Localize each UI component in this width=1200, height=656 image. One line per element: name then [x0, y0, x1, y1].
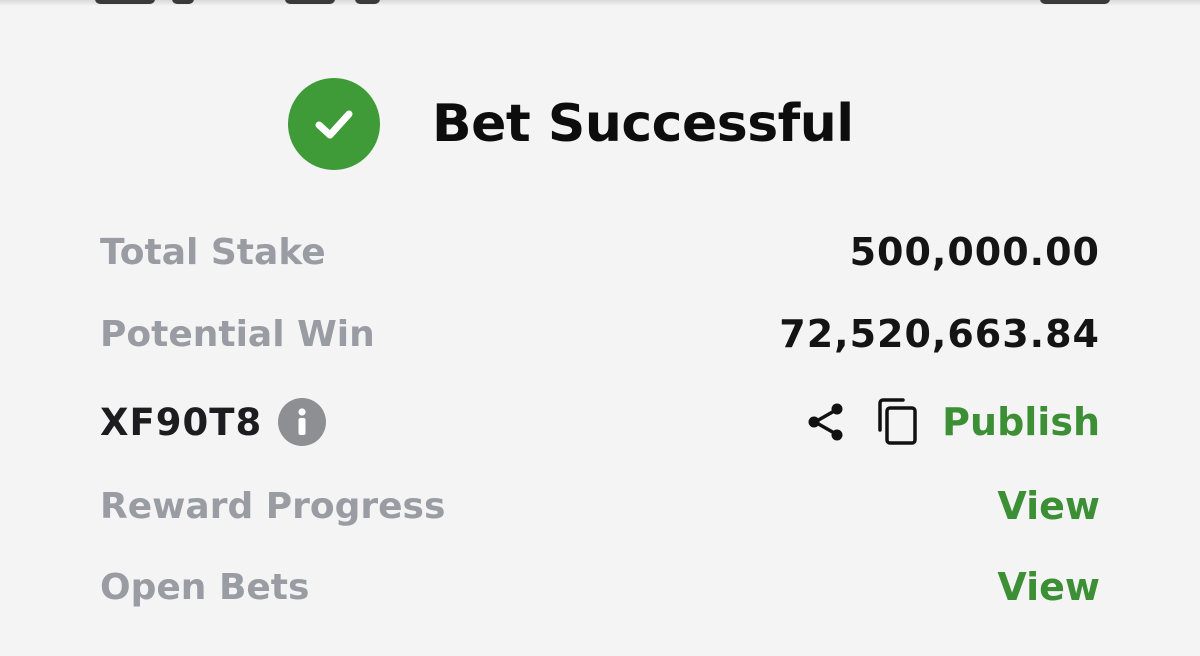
info-icon[interactable] — [278, 398, 327, 446]
top-edge-fragment — [95, 0, 155, 4]
bet-success-header: Bet Successful — [288, 78, 854, 170]
open-bets-row: Open Bets View — [100, 557, 1100, 617]
top-edge-strip — [0, 0, 1200, 6]
total-stake-label: Total Stake — [100, 231, 326, 273]
check-circle-icon — [288, 78, 380, 170]
open-bets-view-link[interactable]: View — [997, 565, 1100, 609]
top-edge-fragment — [285, 0, 335, 4]
open-bets-label: Open Bets — [100, 566, 310, 608]
potential-win-value: 72,520,663.84 — [779, 312, 1100, 356]
booking-actions: Publish — [802, 397, 1100, 447]
booking-code-group: XF90T8 — [100, 398, 327, 446]
total-stake-row: Total Stake 500,000.00 — [100, 222, 1100, 282]
publish-button[interactable]: Publish — [942, 400, 1100, 444]
potential-win-label: Potential Win — [100, 313, 375, 355]
reward-progress-view-link[interactable]: View — [997, 484, 1100, 528]
booking-code: XF90T8 — [100, 400, 263, 444]
total-stake-value: 500,000.00 — [849, 230, 1100, 274]
top-edge-fragment — [1040, 0, 1110, 4]
top-edge-fragment — [355, 0, 380, 4]
share-icon[interactable] — [802, 398, 850, 446]
reward-progress-row: Reward Progress View — [100, 476, 1100, 536]
top-edge-fragment — [172, 0, 194, 4]
reward-progress-label: Reward Progress — [100, 485, 446, 527]
booking-code-row: XF90T8 Publish — [100, 392, 1100, 452]
page-title: Bet Successful — [432, 94, 854, 154]
potential-win-row: Potential Win 72,520,663.84 — [100, 304, 1100, 364]
copy-icon[interactable] — [874, 397, 920, 447]
